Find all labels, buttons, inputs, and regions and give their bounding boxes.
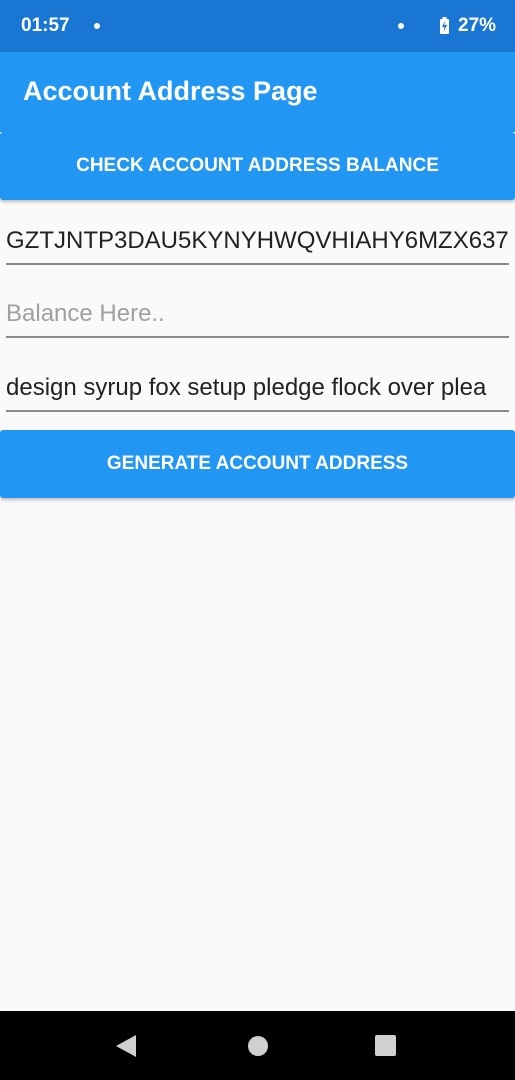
check-balance-button[interactable]: CHECK ACCOUNT ADDRESS BALANCE	[0, 132, 515, 200]
battery-charging-icon	[440, 17, 449, 34]
status-time: 01:57	[21, 15, 70, 36]
page-title: Account Address Page	[23, 76, 318, 106]
generate-address-button[interactable]: GENERATE ACCOUNT ADDRESS	[0, 430, 515, 498]
app-bar: Account Address Page	[0, 52, 515, 132]
account-address-field[interactable]	[6, 219, 509, 265]
back-triangle-icon[interactable]	[116, 1035, 136, 1057]
navigation-bar	[0, 1011, 515, 1080]
notification-dot-icon	[398, 23, 404, 29]
status-bar: 01:57 27%	[0, 0, 515, 52]
home-circle-icon[interactable]	[248, 1036, 268, 1056]
balance-field[interactable]	[6, 292, 509, 338]
recents-square-icon[interactable]	[375, 1035, 396, 1056]
battery-percentage: 27%	[458, 15, 497, 36]
notification-dot-icon	[94, 23, 100, 29]
mnemonic-field[interactable]	[6, 366, 509, 412]
